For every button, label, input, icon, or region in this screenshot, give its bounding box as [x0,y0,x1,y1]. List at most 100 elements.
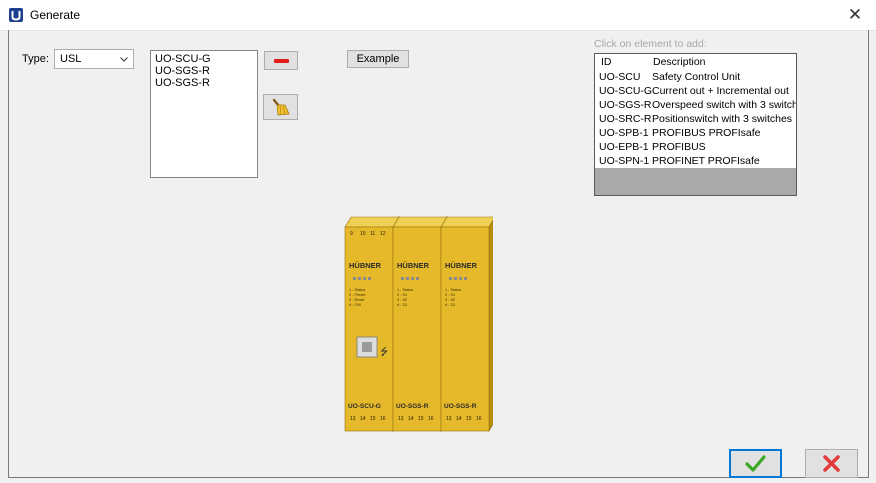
status-line-label: 3 - S2 [445,298,455,302]
terminal-number: 9 [350,231,353,237]
status-led [368,277,371,280]
list-row[interactable]: UO-SPN-1 PROFINET PROFIsafe [595,154,796,168]
row-description: Overspeed switch with 3 switches [652,99,797,111]
module-top-face [392,216,448,228]
status-line-label: 2 - S1 [445,293,455,297]
type-select[interactable]: USL [54,49,134,69]
list-row[interactable]: UO-EPB-1 PROFIBUS [595,140,796,154]
row-description: PROFIBUS PROFIsafe [652,127,761,139]
window-border-left [8,30,9,477]
list-item[interactable]: UO-SCU-G [151,53,257,65]
status-line-label: 4 - S3 [397,303,407,307]
terminal-number: 14 [408,416,414,422]
usb-symbol-icon: ⭍ [380,346,388,358]
row-id: UO-SCU [599,71,641,83]
ok-button[interactable] [729,449,782,478]
status-line-label: 1 - Status [397,288,413,292]
hubner-logo-icon [9,8,23,22]
cancel-x-icon [823,455,840,472]
close-button[interactable]: ✕ [842,4,868,26]
status-line-label: 2 - Preset [349,293,366,297]
window-border-right [868,30,869,477]
add-element-hint: Click on element to add: [594,38,707,50]
status-line-label: 3 - Reset [349,298,365,302]
list-row[interactable]: UO-SRC-R Positionswitch with 3 switches [595,112,796,126]
status-led [363,277,366,280]
terminal-number: 14 [360,416,366,422]
module-label: UO-SGS-R [396,403,429,410]
module-label: UO-SCU-G [348,403,381,410]
cancel-button[interactable] [805,449,858,478]
terminal-number: 13 [398,416,404,422]
minus-icon [274,59,289,63]
status-line-label: 4 - S3 [445,303,455,307]
broom-icon [272,98,290,116]
status-led [401,277,404,280]
example-button[interactable]: Example [347,50,409,68]
terminal-number: 15 [370,416,376,422]
terminal-number: 16 [380,416,386,422]
status-led [454,277,457,280]
selected-modules-list[interactable]: UO-SCU-G UO-SGS-R UO-SGS-R [150,50,258,178]
status-led [411,277,414,280]
brand-logo: HÜBNER [349,261,382,270]
chevron-down-icon [120,57,128,62]
row-id: UO-SPB-1 [599,127,649,139]
terminal-number: 16 [428,416,434,422]
row-id: UO-SPN-1 [599,155,650,167]
header-id: ID [601,56,612,68]
terminal-number: 15 [418,416,424,422]
terminal-number: 14 [456,416,462,422]
module-label: UO-SGS-R [444,403,477,410]
terminal-number: 16 [476,416,482,422]
status-led [416,277,419,280]
type-select-value: USL [60,53,82,65]
row-id: UO-SCU-G [599,85,653,97]
module-top-face [440,216,493,228]
device-preview-image: 9 10 11 12HÜBNER1 - Status2 - Preset3 - Res… [344,215,493,433]
list-header: ID Description [595,54,796,70]
terminal-number: 13 [350,416,356,422]
module-top-face [344,216,400,228]
list-row[interactable]: UO-SPB-1 PROFIBUS PROFIsafe [595,126,796,140]
available-elements-list[interactable]: ID Description UO-SCU Safety Control Unit… [594,53,797,196]
row-id: UO-SGS-R [599,99,652,111]
status-led [449,277,452,280]
row-description: Current out + Incremental out [652,85,789,97]
status-line-label: 2 - S1 [397,293,407,297]
usb-connector [362,342,372,352]
status-led [358,277,361,280]
status-led [464,277,467,280]
module-body [440,226,490,432]
remove-module-button[interactable] [264,51,298,70]
status-led [406,277,409,280]
row-description: PROFINET PROFIsafe [652,155,760,167]
terminal-number: 15 [466,416,472,422]
module-side-face [488,219,493,433]
row-id: UO-SRC-R [599,113,652,125]
brand-logo: HÜBNER [397,261,430,270]
list-row[interactable]: UO-SCU Safety Control Unit [595,70,796,84]
status-led [353,277,356,280]
status-led [459,277,462,280]
module-body [392,226,442,432]
row-description: Safety Control Unit [652,71,741,83]
status-line-label: 1 - Status [445,288,461,292]
status-line-label: 1 - Status [349,288,365,292]
row-id: UO-EPB-1 [599,141,649,153]
terminal-number: 11 [370,231,375,237]
row-description: Positionswitch with 3 switches [652,113,793,125]
header-description: Description [653,56,706,68]
list-row[interactable]: UO-SCU-G Current out + Incremental out [595,84,796,98]
terminal-number: 12 [380,231,386,237]
terminal-number: 10 [360,231,366,237]
brand-logo: HÜBNER [445,261,478,270]
title-bar: Generate ✕ [0,0,876,31]
terminal-number: 13 [446,416,452,422]
list-item[interactable]: UO-SGS-R [151,77,257,89]
list-row[interactable]: UO-SGS-R Overspeed switch with 3 switches [595,98,796,112]
module-body [344,226,394,432]
clear-modules-button[interactable] [263,94,298,120]
status-line-label: 4 - F00 [349,303,361,307]
list-item[interactable]: UO-SGS-R [151,65,257,77]
